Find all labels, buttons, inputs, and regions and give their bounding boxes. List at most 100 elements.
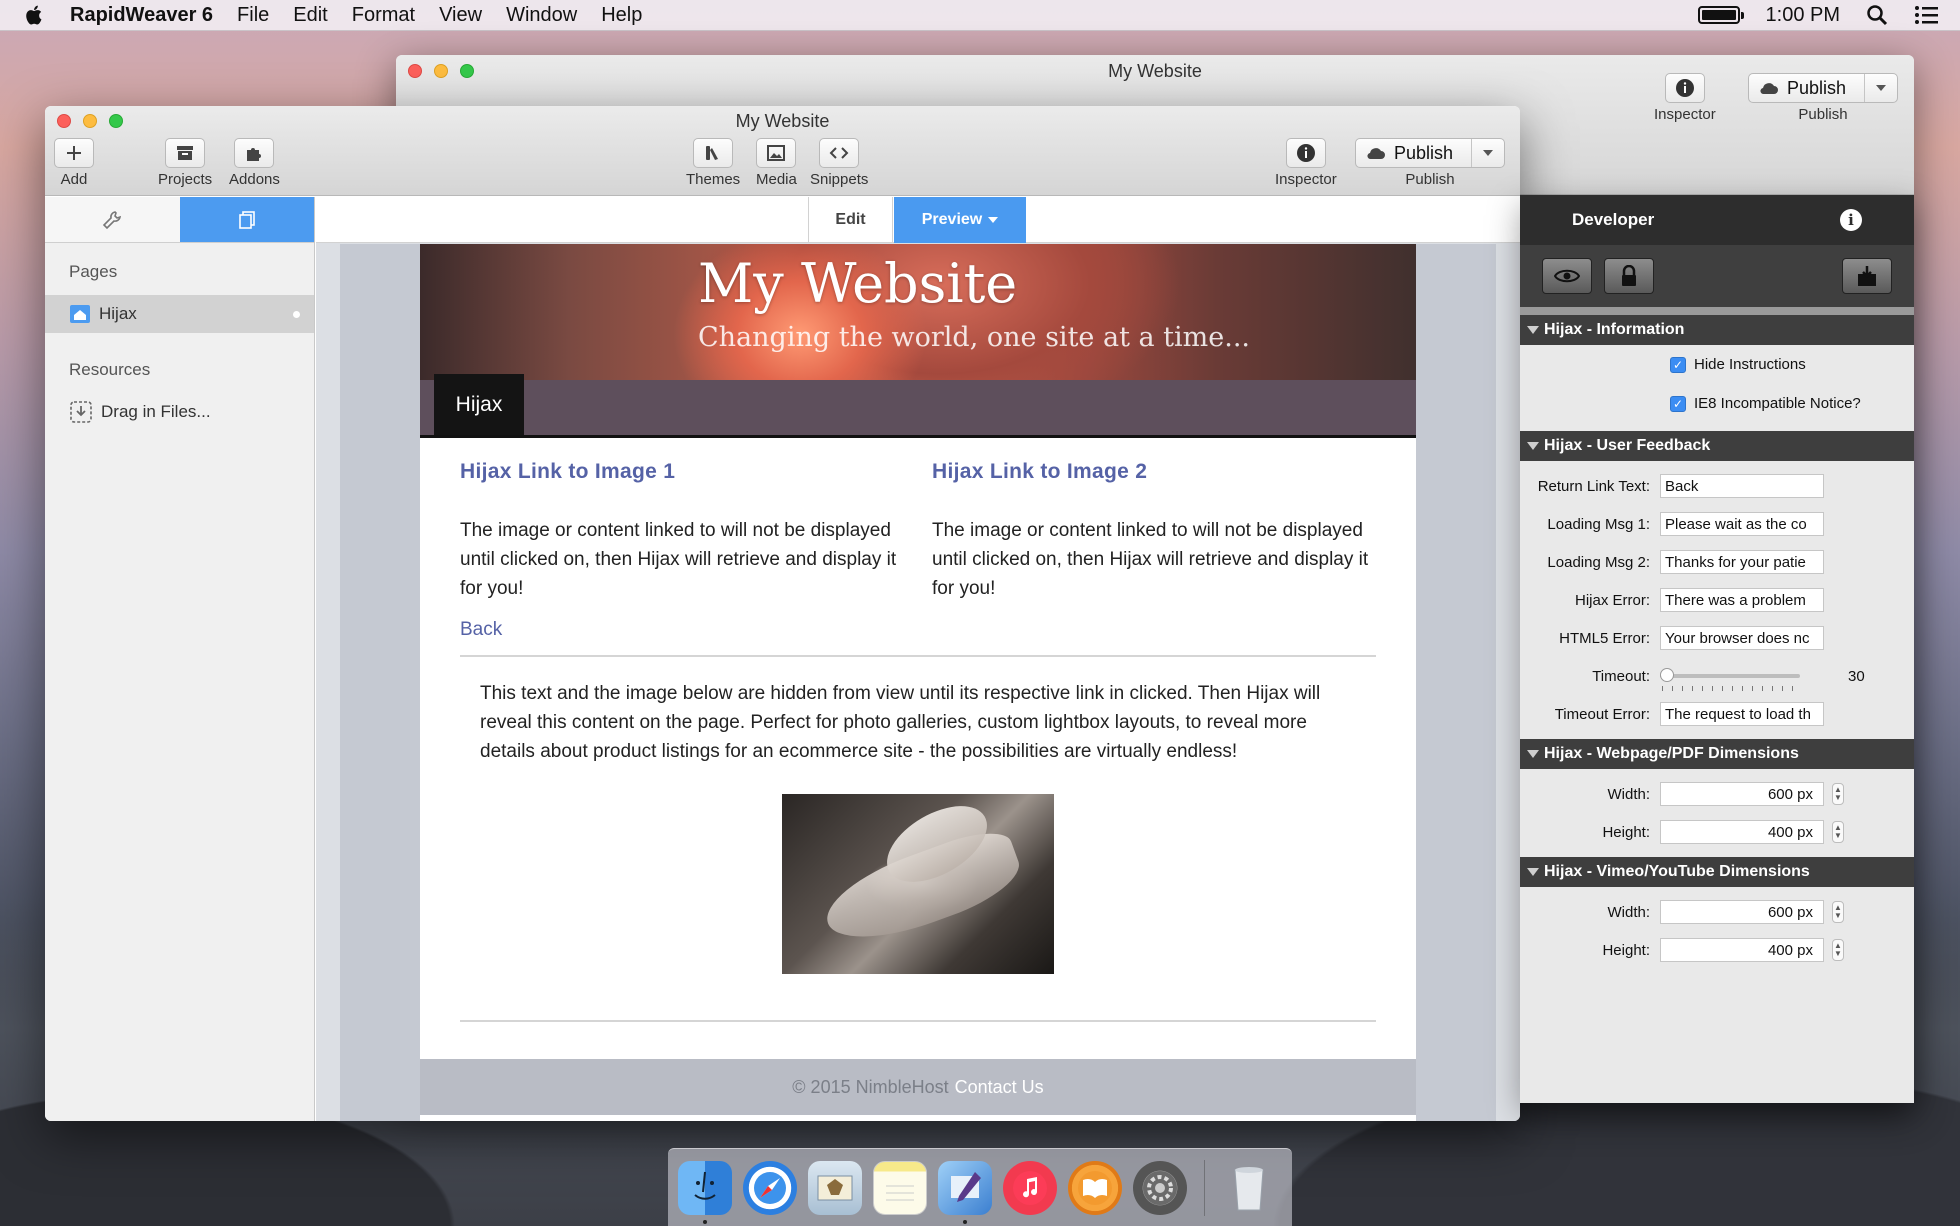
snippets-button[interactable]: Snippets <box>810 138 868 188</box>
return-link-field[interactable]: Back <box>1660 474 1824 498</box>
safari-icon[interactable] <box>743 1160 797 1215</box>
contact-us-link[interactable]: Contact Us <box>955 1077 1044 1098</box>
menu-window[interactable]: Window <box>506 4 577 27</box>
checkbox-label: IE8 Incompatible Notice? <box>1694 395 1861 412</box>
spotlight-search-icon[interactable] <box>1866 4 1888 26</box>
media-button[interactable]: Media <box>756 138 797 188</box>
themes-button[interactable]: Themes <box>686 138 740 188</box>
background-inspector-button[interactable]: Inspector <box>1654 73 1716 123</box>
chevron-down-icon[interactable] <box>1472 139 1504 167</box>
height-stepper[interactable]: ▲ ▼ <box>1832 939 1844 961</box>
slider-knob[interactable] <box>1660 668 1674 682</box>
nav-item-hijax[interactable]: Hijax <box>434 374 524 435</box>
group-user-feedback[interactable]: Hijax - User Feedback <box>1520 431 1914 461</box>
group-information[interactable]: Hijax - Information <box>1520 315 1914 345</box>
sidebar-item-hijax[interactable]: Hijax <box>45 295 314 333</box>
inspector-panel: Developer i Hijax - Information ✓ Hide I… <box>1520 195 1914 1103</box>
menu-file[interactable]: File <box>237 4 269 27</box>
chevron-down-icon[interactable] <box>1865 74 1897 102</box>
menu-format[interactable]: Format <box>352 4 415 27</box>
export-button[interactable] <box>1842 258 1892 294</box>
background-publish-button[interactable]: Publish Publish <box>1748 73 1898 123</box>
inspector-button[interactable]: Inspector <box>1275 138 1337 188</box>
rapidweaver-icon[interactable] <box>938 1160 992 1224</box>
width-stepper[interactable]: ▲ ▼ <box>1832 901 1844 923</box>
wrench-icon <box>103 210 122 229</box>
html5-error-field[interactable]: Your browser does nc <box>1660 626 1824 650</box>
trash-icon[interactable] <box>1222 1161 1276 1215</box>
html5-error-row: HTML5 Error: Your browser does nc <box>1520 619 1914 657</box>
lock-icon <box>1622 265 1636 286</box>
hands-photo <box>782 794 1054 974</box>
hijax-error-row: Hijax Error: There was a problem <box>1520 581 1914 619</box>
app-menu[interactable]: RapidWeaver 6 <box>70 4 213 27</box>
field-label: Hijax Error: <box>1574 591 1650 609</box>
code-brackets-icon <box>829 147 849 159</box>
inspector-header: Developer i <box>1520 195 1914 245</box>
webpage-width-field[interactable]: 600 px <box>1660 782 1824 806</box>
lock-button[interactable] <box>1604 258 1654 294</box>
battery-icon[interactable] <box>1697 6 1744 24</box>
webpage-width-row: Width: 600 px ▲ ▼ <box>1520 775 1914 813</box>
timeout-row: Timeout: 30 <box>1520 657 1914 695</box>
timeout-slider[interactable] <box>1660 668 1800 691</box>
height-stepper[interactable]: ▲ ▼ <box>1832 821 1844 843</box>
addons-button[interactable]: Addons <box>229 138 280 188</box>
info-icon[interactable]: i <box>1840 209 1862 231</box>
ie8-notice-checkbox[interactable]: ✓ IE8 Incompatible Notice? <box>1520 384 1914 423</box>
tab-settings[interactable] <box>45 197 180 242</box>
notification-center-icon[interactable] <box>1914 5 1938 25</box>
site-page: My Website Changing the world, one site … <box>420 244 1416 1121</box>
main-window[interactable]: My Website Add Projects Addons Themes Me… <box>45 106 1520 1121</box>
width-stepper[interactable]: ▲ ▼ <box>1832 783 1844 805</box>
projects-button[interactable]: Projects <box>158 138 212 188</box>
preview-mode-button[interactable]: Preview <box>894 197 1026 243</box>
field-label: Height: <box>1602 941 1650 959</box>
inspector-tools <box>1520 245 1914 307</box>
snippets-label: Snippets <box>810 171 869 188</box>
loading-msg-2-field[interactable]: Thanks for your patie <box>1660 550 1824 574</box>
webpage-height-field[interactable]: 400 px <box>1660 820 1824 844</box>
loading-msg-1-field[interactable]: Please wait as the co <box>1660 512 1824 536</box>
back-link[interactable]: Back <box>460 619 502 641</box>
eye-button[interactable] <box>1542 258 1592 294</box>
background-publish-caption: Publish <box>1798 106 1848 123</box>
timeout-error-field[interactable]: The request to load th <box>1660 702 1824 726</box>
ibooks-icon[interactable] <box>1068 1160 1122 1215</box>
cloud-icon <box>1367 148 1385 160</box>
field-label: Width: <box>1607 903 1650 921</box>
notes-icon[interactable] <box>873 1160 927 1215</box>
divider <box>460 1020 1376 1022</box>
archive-box-icon <box>177 146 194 160</box>
hide-instructions-checkbox[interactable]: ✓ Hide Instructions <box>1520 345 1914 384</box>
web-preview[interactable]: My Website Changing the world, one site … <box>340 244 1496 1121</box>
itunes-icon[interactable] <box>1003 1160 1057 1215</box>
hijax-error-field[interactable]: There was a problem <box>1660 588 1824 612</box>
photo-icon <box>767 145 786 161</box>
menu-edit[interactable]: Edit <box>293 4 327 27</box>
plus-icon <box>67 146 81 160</box>
video-width-field[interactable]: 600 px <box>1660 900 1824 924</box>
add-button[interactable]: Add <box>54 138 94 188</box>
sidebar-item-label: Hijax <box>99 304 137 323</box>
group-video-dimensions[interactable]: Hijax - Vimeo/YouTube Dimensions <box>1520 857 1914 887</box>
edit-mode-button[interactable]: Edit <box>808 197 893 243</box>
menu-view[interactable]: View <box>439 4 482 27</box>
video-height-field[interactable]: 400 px <box>1660 938 1824 962</box>
finder-icon[interactable] <box>678 1160 732 1224</box>
hijax-link-1[interactable]: Hijax Link to Image 1 <box>460 460 904 484</box>
menu-help[interactable]: Help <box>601 4 642 27</box>
mail-icon[interactable] <box>808 1160 862 1215</box>
home-page-icon <box>70 305 90 323</box>
apple-menu-icon[interactable] <box>24 4 46 26</box>
sidebar: Pages Hijax Resources Drag in Files... <box>45 197 315 1121</box>
group-webpage-dimensions[interactable]: Hijax - Webpage/PDF Dimensions <box>1520 739 1914 769</box>
tab-pages[interactable] <box>179 197 314 242</box>
system-preferences-icon[interactable] <box>1133 1160 1187 1215</box>
background-publish-label: Publish <box>1787 77 1847 98</box>
sidebar-tabs <box>45 197 314 243</box>
sidebar-item-drag-files[interactable]: Drag in Files... <box>45 393 314 431</box>
publish-button[interactable]: Publish Publish <box>1355 138 1505 188</box>
clock[interactable]: 1:00 PM <box>1766 4 1840 27</box>
hijax-link-2[interactable]: Hijax Link to Image 2 <box>932 460 1376 484</box>
